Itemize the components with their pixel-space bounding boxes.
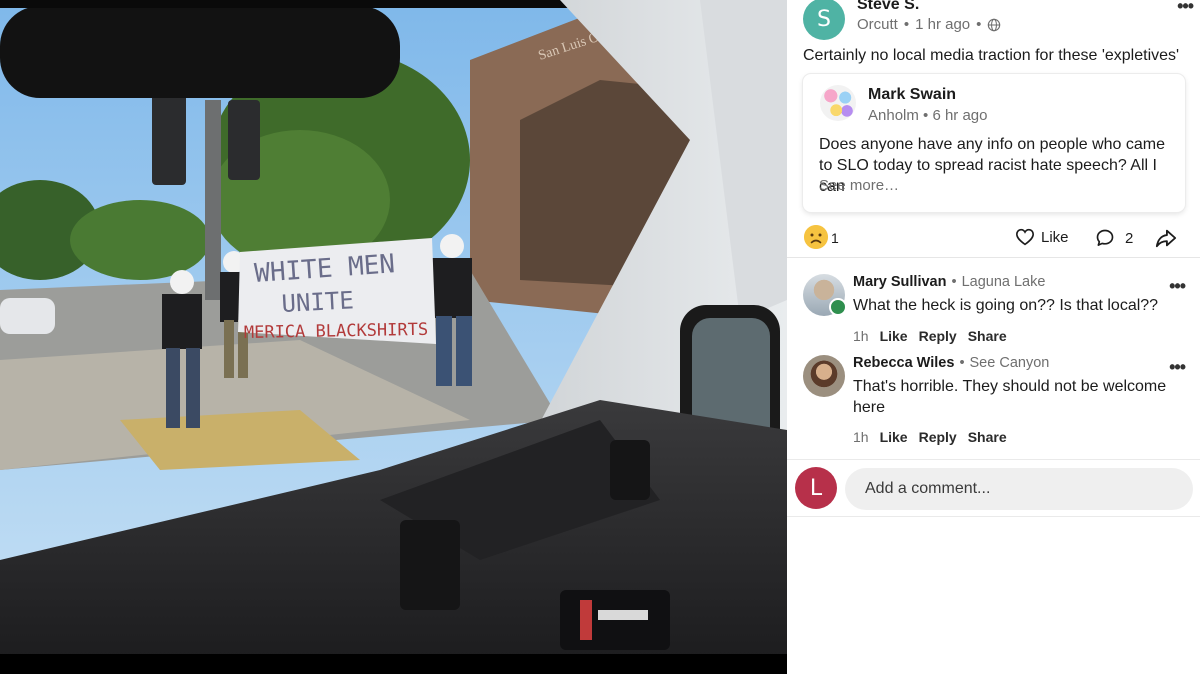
comment-text: That's horrible. They should not be welc… [853, 378, 1167, 416]
reactions-bar: 1 Like 2 [787, 222, 1200, 258]
commenter-location: Laguna Lake [961, 274, 1046, 290]
meta-separator: • [903, 16, 910, 33]
comment-time: 1h [853, 328, 869, 344]
post-photo[interactable]: San Luis Obispo WHITE MEN UNITE MERICA B… [0, 0, 787, 674]
banner-line-2: UNITE [281, 286, 355, 318]
more-options-icon[interactable]: ••• [1177, 0, 1194, 17]
comment-count: 2 [1125, 229, 1134, 247]
comment-item: Rebecca Wiles • See Canyon That's horrib… [803, 355, 1193, 450]
vent [400, 520, 460, 610]
comment-text: What the heck is going on?? Is that loca… [853, 297, 1159, 314]
comment-share-button[interactable]: Share [968, 328, 1007, 344]
commenter-name[interactable]: Rebecca Wiles [853, 355, 954, 371]
shared-location: Anholm [868, 107, 919, 124]
comment-reply-button[interactable]: Reply [919, 328, 957, 344]
post-header: S Steve S. Orcutt • 1 hr ago • ••• [803, 0, 1194, 40]
car [0, 298, 55, 334]
signal-pole [205, 100, 221, 300]
comment-time: 1h [853, 429, 869, 445]
shared-post-card[interactable]: Mark Swain Anholm • 6 hr ago Does anyone… [803, 74, 1185, 212]
commenter-avatar[interactable] [803, 355, 845, 397]
comment-bubble-icon [1096, 229, 1114, 246]
rearview-mirror [0, 6, 400, 98]
comment-header: Rebecca Wiles • See Canyon [853, 355, 1049, 371]
sad-reaction-icon[interactable] [804, 225, 828, 249]
like-label: Like [1041, 228, 1069, 246]
current-user-avatar[interactable]: L [795, 467, 837, 509]
post-text: Certainly no local media traction for th… [803, 47, 1180, 64]
comment-button[interactable]: 2 [1095, 228, 1133, 248]
add-comment-input[interactable]: Add a comment... [845, 468, 1193, 510]
post-meta: Orcutt • 1 hr ago • [857, 16, 1001, 33]
reaction-count[interactable]: 1 [831, 230, 839, 246]
comment-actions: 1h Like Reply Share [853, 429, 1007, 445]
shared-author-name[interactable]: Mark Swain [868, 86, 956, 104]
share-arrow-icon[interactable] [1155, 227, 1177, 249]
see-more-link[interactable]: See more… [819, 177, 899, 194]
post-time[interactable]: 1 hr ago [915, 16, 970, 33]
commenter-location: See Canyon [969, 355, 1050, 371]
shared-meta: Anholm • 6 hr ago [868, 107, 988, 124]
comment-header: Mary Sullivan • Laguna Lake [853, 274, 1045, 290]
author-avatar[interactable]: S [803, 0, 845, 40]
like-button[interactable]: Like [1015, 228, 1069, 246]
banner: WHITE MEN UNITE MERICA BLACKSHIRTS [238, 238, 436, 344]
comment-composer: L Add a comment... [787, 459, 1200, 517]
meta-separator: • [959, 355, 965, 371]
author-name[interactable]: Steve S. [857, 0, 919, 14]
comment-actions: 1h Like Reply Share [853, 328, 1007, 344]
comment-share-button[interactable]: Share [968, 429, 1007, 445]
meta-separator: • [951, 274, 957, 290]
comment-more-icon[interactable]: ••• [1169, 276, 1186, 297]
shared-author-avatar[interactable] [820, 85, 856, 121]
neighbor-badge-icon [829, 298, 847, 316]
post-panel: S Steve S. Orcutt • 1 hr ago • ••• Certa… [787, 0, 1200, 674]
meta-separator: • [976, 16, 982, 33]
globe-icon [988, 18, 1001, 31]
shared-time: 6 hr ago [932, 107, 988, 124]
comment-like-button[interactable]: Like [880, 328, 908, 344]
comment-like-button[interactable]: Like [880, 429, 908, 445]
commenter-name[interactable]: Mary Sullivan [853, 274, 946, 290]
banner-line-3: MERICA BLACKSHIRTS [244, 320, 429, 343]
photo-scene: San Luis Obispo WHITE MEN UNITE MERICA B… [0, 0, 787, 674]
traffic-light [152, 90, 186, 185]
comment-reply-button[interactable]: Reply [919, 429, 957, 445]
comment-more-icon[interactable]: ••• [1169, 357, 1186, 378]
comment-item: Mary Sullivan • Laguna Lake What the hec… [803, 274, 1193, 349]
heart-icon [1015, 228, 1035, 246]
author-location[interactable]: Orcutt [857, 16, 898, 33]
